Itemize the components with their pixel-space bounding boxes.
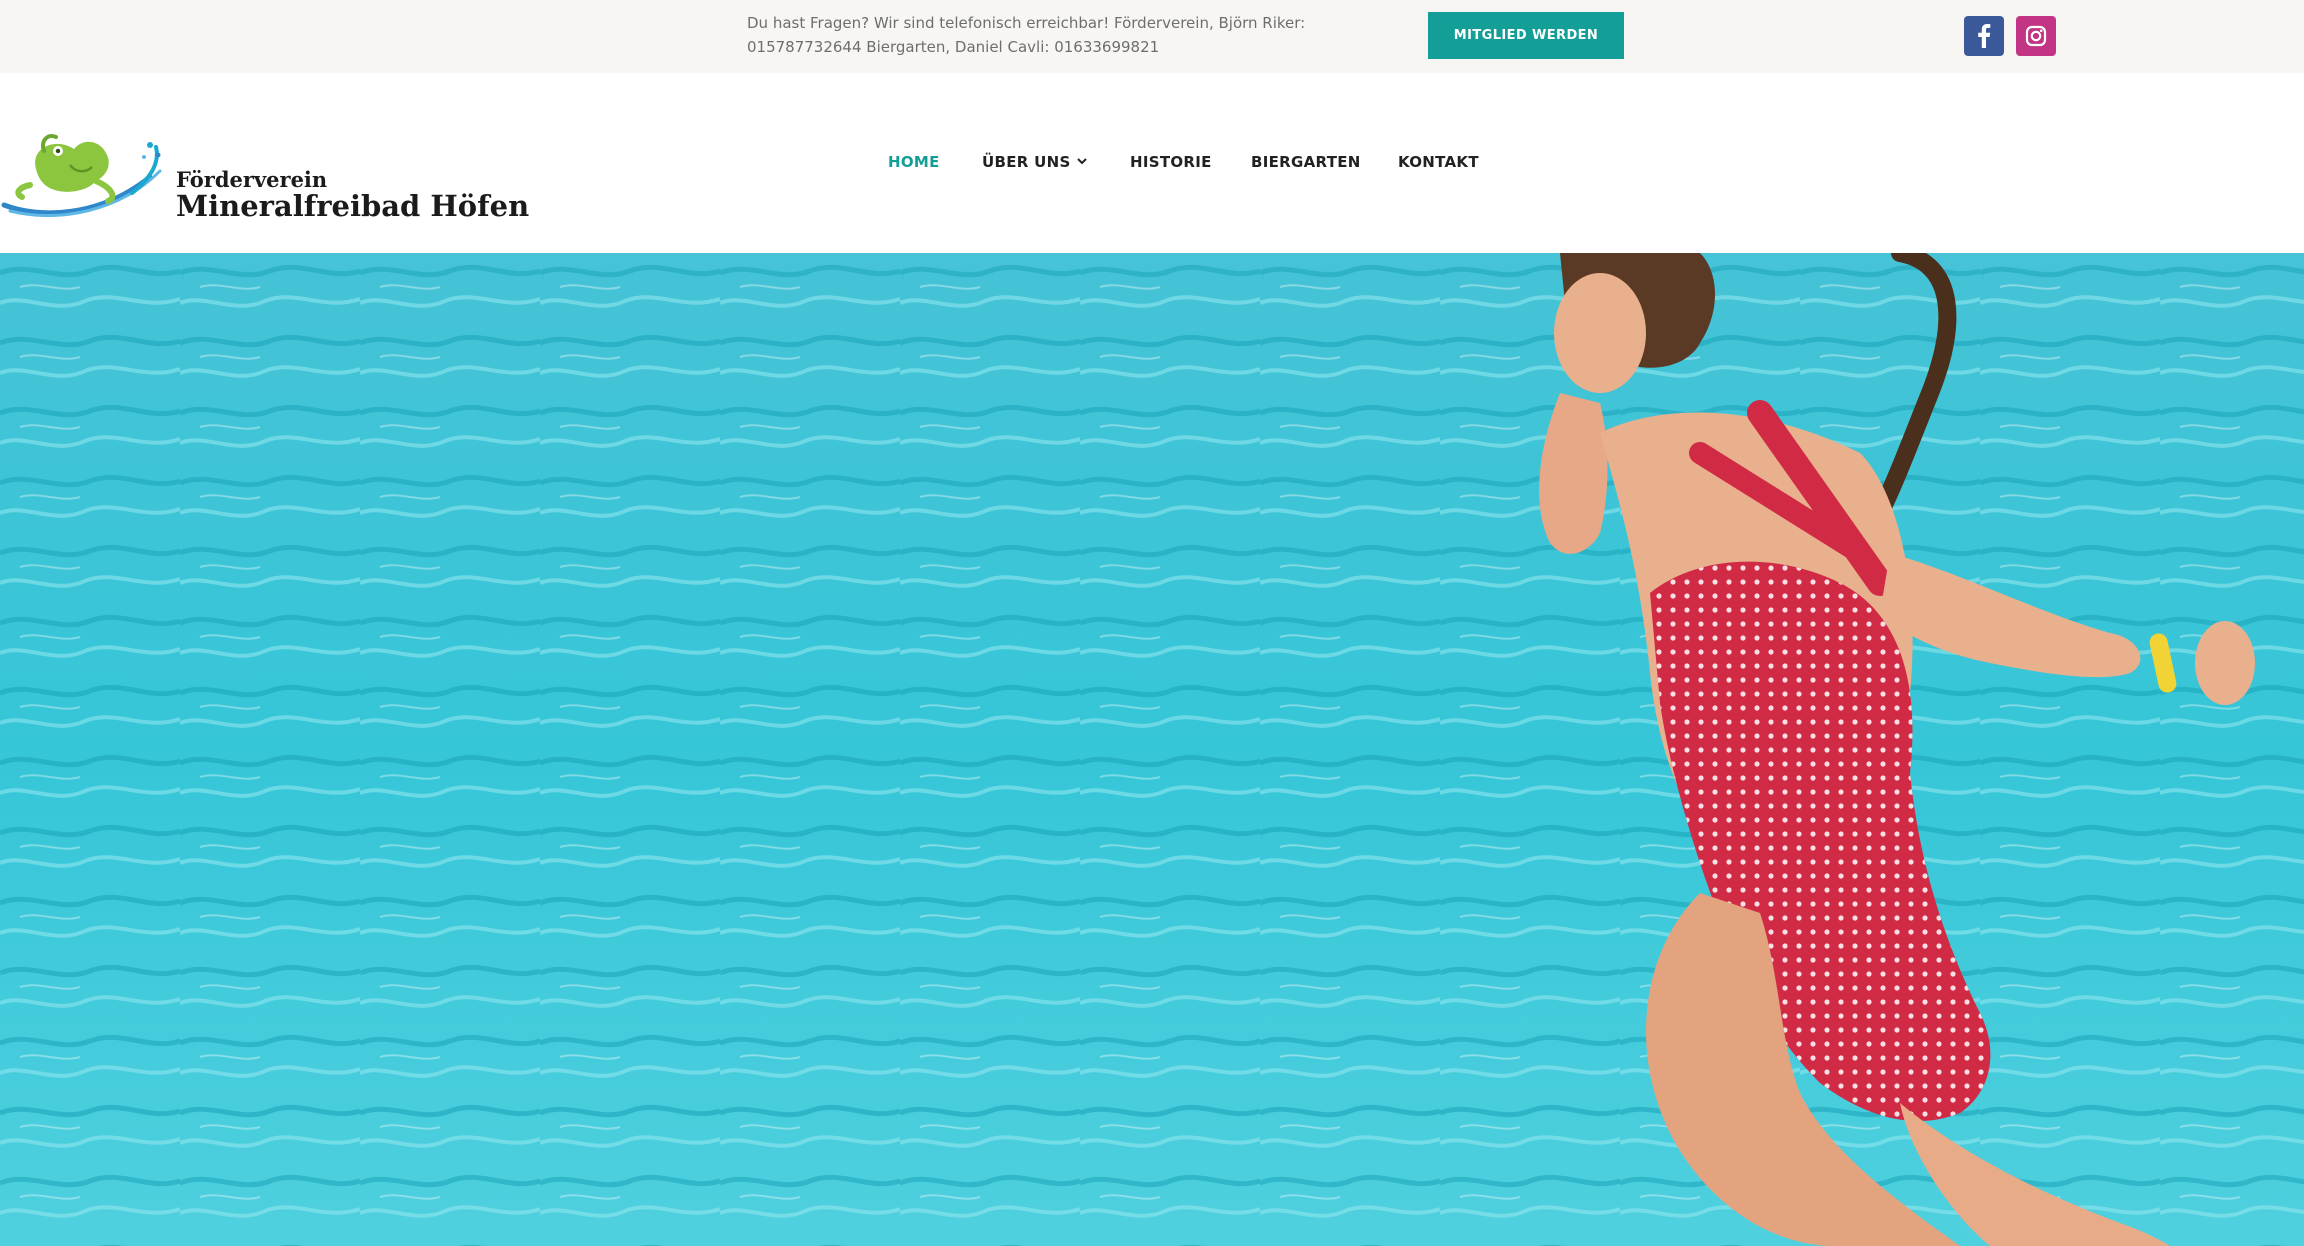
girl-jumping-into-pool-image (0, 253, 2304, 1246)
become-member-button[interactable]: MITGLIED WERDEN (1428, 12, 1624, 59)
contact-line-1: Du hast Fragen? Wir sind telefonisch err… (747, 14, 1306, 32)
nav-item-historie[interactable]: HISTORIE (1130, 153, 1212, 171)
chevron-down-icon (1076, 158, 1087, 165)
logo-text-line-2: Mineralfreibad Höfen (176, 189, 530, 223)
nav-item-kontakt[interactable]: KONTAKT (1398, 153, 1479, 171)
nav-item-biergarten[interactable]: BIERGARTEN (1251, 153, 1361, 171)
nav-item-ueber-uns[interactable]: ÜBER UNS (982, 153, 1087, 171)
instagram-icon (2025, 25, 2047, 47)
site-logo[interactable]: Förderverein Mineralfreibad Höfen (0, 107, 529, 223)
nav-item-home[interactable]: HOME (888, 153, 940, 171)
facebook-link[interactable] (1964, 16, 2004, 56)
facebook-icon (1978, 24, 1991, 48)
site-header: Förderverein Mineralfreibad Höfen HOME Ü… (0, 73, 2304, 253)
contact-line-2: 015787732644 Biergarten, Daniel Cavli: 0… (747, 38, 1160, 56)
frog-logo-icon (1, 134, 162, 217)
instagram-link[interactable] (2016, 16, 2056, 56)
top-bar: Du hast Fragen? Wir sind telefonisch err… (0, 0, 2304, 73)
contact-info: Du hast Fragen? Wir sind telefonisch err… (747, 11, 1317, 59)
nav-item-label: ÜBER UNS (982, 153, 1071, 171)
hero-image (0, 253, 2304, 1246)
